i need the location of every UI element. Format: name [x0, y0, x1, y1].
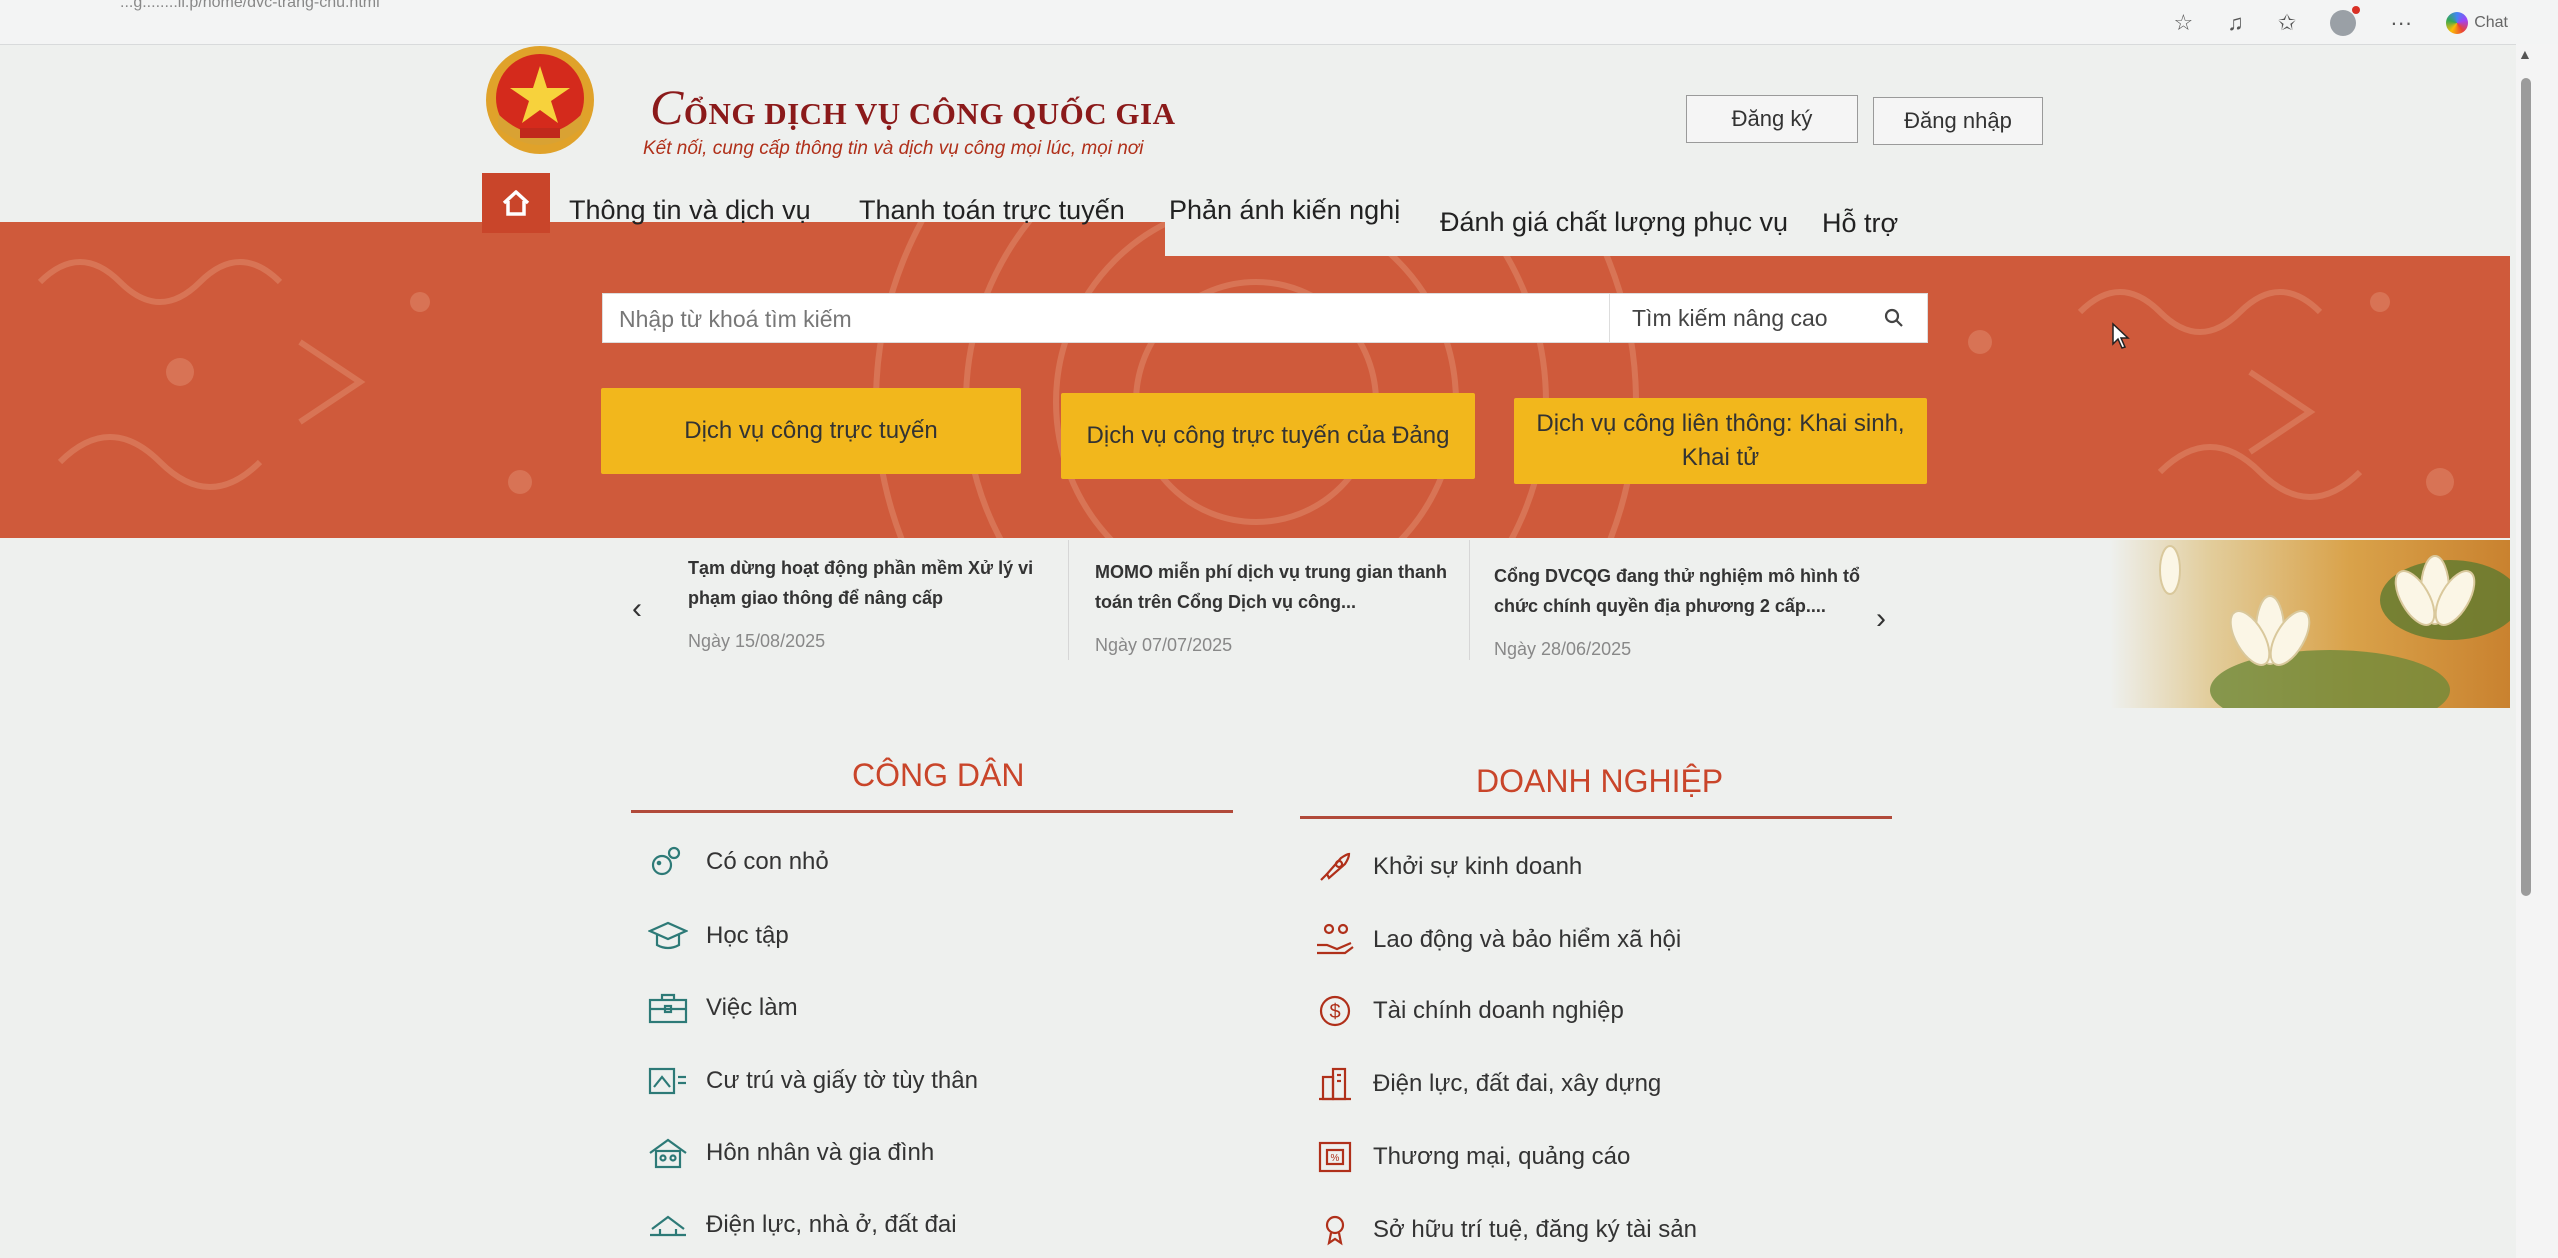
- nav-thanh-toan-truc-tuyen[interactable]: Thanh toán trực tuyến: [859, 195, 1125, 226]
- advanced-search-label: Tìm kiếm nâng cao: [1632, 304, 1828, 331]
- id-card-icon: [648, 1063, 688, 1099]
- browser-icons: ☆ ♫ ✩ ··· Chat: [2174, 6, 2508, 36]
- business-item-tai-chinh[interactable]: $ Tài chính doanh nghiệp: [1315, 993, 1624, 1029]
- notification-dot: [2352, 6, 2361, 14]
- home-icon: [502, 190, 530, 216]
- business-item-so-huu-tri-tue[interactable]: Sở hữu trí tuệ, đăng ký tài sản: [1315, 1212, 1697, 1248]
- citizen-item-label: Điện lực, nhà ở, đất đai: [706, 1211, 957, 1238]
- bronze-drum-pattern: [37, 222, 2454, 538]
- nav-home-button[interactable]: [482, 173, 550, 233]
- address-bar-url[interactable]: ...g........ii.p/home/dvc-trang-chu.html: [120, 0, 380, 12]
- reading-list-icon[interactable]: ♫: [2227, 10, 2244, 36]
- family-home-icon: [648, 1135, 688, 1171]
- citizen-item-cu-tru[interactable]: Cư trú và giấy tờ tùy thân: [648, 1063, 978, 1099]
- copilot-icon: [2446, 12, 2469, 34]
- business-item-label: Tài chính doanh nghiệp: [1373, 997, 1624, 1024]
- citizen-item-co-con-nho[interactable]: Có con nhỏ: [648, 844, 829, 880]
- news-title: Cổng DVCQG đang thử nghiệm mô hình tổ ch…: [1494, 566, 1860, 616]
- register-button[interactable]: Đăng ký: [1686, 95, 1858, 143]
- online-services-button[interactable]: Dịch vụ công trực tuyến: [601, 388, 1021, 474]
- intellectual-property-icon: [1315, 1212, 1355, 1248]
- search-bar: Tìm kiếm nâng cao: [602, 293, 1928, 344]
- news-title: MOMO miễn phí dịch vụ trung gian thanh t…: [1095, 562, 1447, 612]
- login-button[interactable]: Đăng nhập: [1873, 97, 2043, 145]
- scrollbar-thumb[interactable]: [2521, 78, 2531, 896]
- scroll-up-arrow[interactable]: ▲: [2518, 46, 2532, 62]
- party-online-services-button[interactable]: Dịch vụ công trực tuyến của Đảng: [1061, 393, 1475, 479]
- site-subtitle: Kết nối, cung cấp thông tin và dịch vụ c…: [643, 138, 1144, 159]
- national-emblem-logo[interactable]: [484, 44, 596, 156]
- hero-banner: [0, 222, 2510, 538]
- business-item-label: Lao động và bảo hiểm xã hội: [1373, 926, 1682, 953]
- svg-text:%: %: [1331, 1153, 1340, 1164]
- nav-ho-tro[interactable]: Hỗ trợ: [1822, 208, 1898, 239]
- news-item[interactable]: Cổng DVCQG đang thử nghiệm mô hình tổ ch…: [1494, 561, 1874, 660]
- business-item-khoi-su[interactable]: Khởi sự kinh doanh: [1315, 849, 1582, 885]
- business-item-label: Khởi sự kinh doanh: [1373, 853, 1583, 880]
- search-input[interactable]: [603, 294, 1621, 344]
- citizen-item-label: Học tập: [706, 922, 789, 949]
- news-date: Ngày 07/07/2025: [1095, 635, 1233, 655]
- citizen-item-hon-nhan[interactable]: Hôn nhân và gia đình: [648, 1135, 934, 1171]
- chat-button[interactable]: Chat: [2446, 12, 2508, 34]
- news-date: Ngày 28/06/2025: [1494, 639, 1632, 659]
- news-date: Ngày 15/08/2025: [688, 631, 826, 651]
- citizen-heading[interactable]: CÔNG DÂN: [852, 757, 1024, 794]
- lotus-painting-image: [2110, 540, 2510, 708]
- news-item[interactable]: MOMO miễn phí dịch vụ trung gian thanh t…: [1095, 557, 1475, 656]
- profile-icon[interactable]: [2330, 6, 2361, 36]
- more-icon[interactable]: ···: [2390, 10, 2412, 36]
- baby-icon: [648, 844, 688, 880]
- dollar-icon: $: [1315, 993, 1355, 1029]
- business-item-label: Thương mại, quảng cáo: [1373, 1143, 1631, 1170]
- business-item-label: Sở hữu trí tuệ, đăng ký tài sản: [1373, 1216, 1697, 1243]
- citizen-item-viec-lam[interactable]: Việc làm: [648, 990, 798, 1026]
- star-icon[interactable]: ☆: [2174, 10, 2194, 36]
- advanced-search-button[interactable]: Tìm kiếm nâng cao: [1609, 294, 1927, 342]
- business-item-thuong-mai[interactable]: % Thương mại, quảng cáo: [1315, 1139, 1630, 1175]
- citizen-item-hoc-tap[interactable]: Học tập: [648, 918, 789, 954]
- news-title: Tạm dừng hoạt động phần mềm Xử lý vi phạ…: [688, 558, 1034, 608]
- search-icon[interactable]: [1883, 307, 1905, 329]
- house-land-icon: [648, 1207, 688, 1243]
- site-title-initial: C: [650, 79, 684, 135]
- citizen-item-label: Hôn nhân và gia đình: [706, 1139, 935, 1166]
- briefcase-icon: [648, 990, 688, 1026]
- business-heading-underline: [1300, 816, 1892, 819]
- business-item-label: Điện lực, đất đai, xây dựng: [1373, 1070, 1662, 1097]
- citizen-item-label: Cư trú và giấy tờ tùy thân: [706, 1067, 978, 1094]
- site-title-text: ỔNG DỊCH VỤ CÔNG QUỐC GIA: [683, 96, 1176, 131]
- nav-phan-anh-kien-nghi[interactable]: Phản ánh kiến nghị: [1169, 195, 1400, 226]
- citizen-item-label: Việc làm: [706, 994, 798, 1021]
- news-divider: [1469, 540, 1470, 660]
- citizen-item-label: Có con nhỏ: [706, 848, 829, 875]
- nav-danh-gia-chat-luong[interactable]: Đánh giá chất lượng phục vụ: [1440, 207, 1788, 238]
- carousel-next-arrow[interactable]: ›: [1876, 602, 1886, 636]
- citizen-heading-underline: [631, 810, 1233, 813]
- favorites-icon[interactable]: ✩: [2278, 10, 2296, 36]
- news-item[interactable]: Tạm dừng hoạt động phần mềm Xử lý vi phạ…: [688, 553, 1068, 652]
- birth-death-services-button[interactable]: Dịch vụ công liên thông: Khai sinh, Khai…: [1514, 398, 1927, 484]
- citizen-item-dien-luc-nha-o[interactable]: Điện lực, nhà ở, đất đai: [648, 1207, 957, 1243]
- building-icon: [1315, 1066, 1355, 1102]
- site-title[interactable]: CỔNG DỊCH VỤ CÔNG QUỐC GIA: [650, 78, 1175, 136]
- graduation-cap-icon: [648, 918, 688, 954]
- mouse-cursor-icon: [2112, 322, 2130, 349]
- chat-label: Chat: [2474, 14, 2508, 31]
- svg-text:$: $: [1329, 1001, 1340, 1023]
- carousel-prev-arrow[interactable]: ‹: [632, 592, 642, 626]
- labor-insurance-icon: [1315, 922, 1355, 958]
- news-divider: [1068, 540, 1069, 660]
- business-heading[interactable]: DOANH NGHIỆP: [1476, 763, 1723, 800]
- rocket-icon: [1315, 849, 1355, 885]
- nav-thong-tin-dich-vu[interactable]: Thông tin và dịch vụ: [569, 195, 811, 226]
- business-item-lao-dong[interactable]: Lao động và bảo hiểm xã hội: [1315, 922, 1681, 958]
- browser-toolbar: ...g........ii.p/home/dvc-trang-chu.html…: [0, 0, 2558, 45]
- business-item-dien-luc-dat-dai[interactable]: Điện lực, đất đai, xây dựng: [1315, 1066, 1661, 1102]
- commerce-icon: %: [1315, 1139, 1355, 1175]
